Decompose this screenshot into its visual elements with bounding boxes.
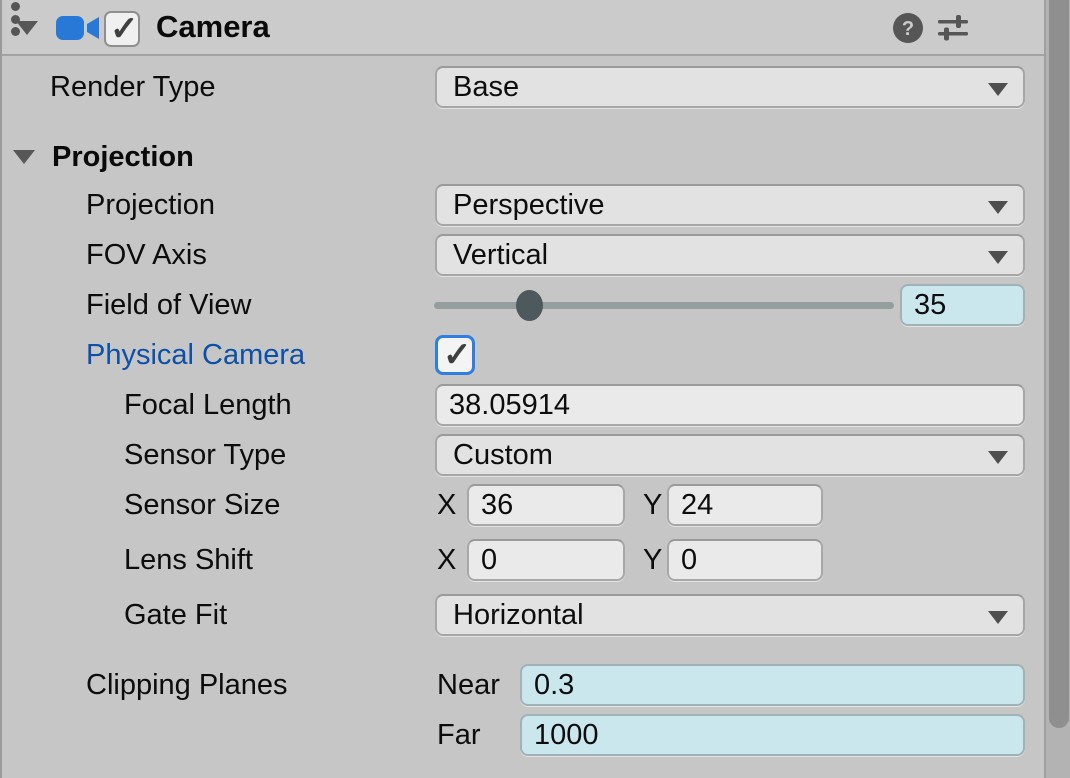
lens-shift-y-input[interactable]: 0 bbox=[667, 539, 823, 581]
lens-shift-y-value: 0 bbox=[681, 544, 697, 577]
vertical-scrollbar[interactable] bbox=[1044, 0, 1070, 778]
svg-text:?: ? bbox=[902, 18, 914, 40]
near-label: Near bbox=[437, 664, 500, 706]
component-enabled-checkbox[interactable] bbox=[104, 11, 140, 47]
fov-axis-dropdown[interactable]: Vertical bbox=[435, 234, 1025, 276]
fov-axis-label: FOV Axis bbox=[86, 234, 207, 276]
near-value: 0.3 bbox=[534, 669, 574, 702]
far-label: Far bbox=[437, 714, 481, 756]
sensor-type-value: Custom bbox=[453, 439, 553, 472]
projection-section-header[interactable]: Projection bbox=[0, 138, 1044, 176]
far-value: 1000 bbox=[534, 719, 599, 752]
focal-length-input[interactable]: 38.05914 bbox=[435, 384, 1025, 426]
projection-section-title: Projection bbox=[52, 138, 194, 176]
fov-axis-row: FOV Axis Vertical bbox=[0, 234, 1044, 276]
lens-shift-x-input[interactable]: 0 bbox=[467, 539, 625, 581]
chevron-down-icon bbox=[988, 201, 1008, 214]
sensor-size-y-input[interactable]: 24 bbox=[667, 484, 823, 526]
panel-left-border bbox=[0, 0, 2, 778]
scrollbar-thumb[interactable] bbox=[1049, 0, 1069, 728]
field-of-view-value: 35 bbox=[914, 289, 946, 322]
physical-camera-row: Physical Camera bbox=[0, 334, 1044, 376]
sensor-type-label: Sensor Type bbox=[124, 434, 286, 476]
render-type-value: Base bbox=[453, 71, 519, 104]
gate-fit-label: Gate Fit bbox=[124, 594, 227, 636]
projection-dropdown[interactable]: Perspective bbox=[435, 184, 1025, 226]
component-title: Camera bbox=[156, 9, 270, 45]
gate-fit-dropdown[interactable]: Horizontal bbox=[435, 594, 1025, 636]
focal-length-value: 38.05914 bbox=[449, 389, 570, 422]
field-of-view-slider[interactable] bbox=[434, 284, 894, 326]
projection-value: Perspective bbox=[453, 189, 605, 222]
chevron-down-icon bbox=[988, 83, 1008, 96]
foldout-arrow-icon[interactable] bbox=[16, 21, 38, 35]
lens-shift-x-label: X bbox=[437, 539, 456, 581]
sensor-type-row: Sensor Type Custom bbox=[0, 434, 1044, 476]
camera-icon bbox=[56, 14, 102, 42]
sensor-size-y-value: 24 bbox=[681, 489, 713, 522]
camera-component-header[interactable]: Camera ? bbox=[0, 0, 1044, 56]
sensor-size-row: Sensor Size X 36 Y 24 bbox=[0, 484, 1044, 526]
clipping-planes-near-row: Clipping Planes Near 0.3 bbox=[0, 664, 1044, 706]
chevron-down-icon bbox=[988, 611, 1008, 624]
near-input[interactable]: 0.3 bbox=[520, 664, 1025, 706]
render-type-label: Render Type bbox=[50, 66, 216, 108]
far-input[interactable]: 1000 bbox=[520, 714, 1025, 756]
sensor-size-label: Sensor Size bbox=[124, 484, 280, 526]
sensor-size-x-label: X bbox=[437, 484, 456, 526]
lens-shift-x-value: 0 bbox=[481, 544, 497, 577]
slider-track[interactable] bbox=[434, 302, 894, 309]
lens-shift-y-label: Y bbox=[643, 539, 662, 581]
lens-shift-row: Lens Shift X 0 Y 0 bbox=[0, 539, 1044, 581]
focal-length-row: Focal Length 38.05914 bbox=[0, 384, 1044, 426]
presets-icon[interactable] bbox=[936, 12, 970, 44]
chevron-down-icon bbox=[988, 251, 1008, 264]
field-of-view-input[interactable]: 35 bbox=[900, 284, 1025, 326]
fov-axis-value: Vertical bbox=[453, 239, 548, 272]
slider-thumb[interactable] bbox=[516, 290, 543, 321]
render-type-dropdown[interactable]: Base bbox=[435, 66, 1025, 108]
clipping-planes-label: Clipping Planes bbox=[86, 664, 288, 706]
field-of-view-label: Field of View bbox=[86, 284, 252, 326]
render-type-row: Render Type Base bbox=[0, 66, 1044, 108]
gate-fit-value: Horizontal bbox=[453, 599, 584, 632]
field-of-view-row: Field of View 35 bbox=[0, 284, 1044, 326]
projection-label: Projection bbox=[86, 184, 215, 226]
foldout-arrow-icon[interactable] bbox=[13, 150, 35, 164]
sensor-type-dropdown[interactable]: Custom bbox=[435, 434, 1025, 476]
sensor-size-y-label: Y bbox=[643, 484, 662, 526]
sensor-size-x-value: 36 bbox=[481, 489, 513, 522]
chevron-down-icon bbox=[988, 451, 1008, 464]
clipping-planes-far-row: Far 1000 bbox=[0, 714, 1044, 756]
gate-fit-row: Gate Fit Horizontal bbox=[0, 594, 1044, 636]
physical-camera-checkbox[interactable] bbox=[435, 335, 475, 375]
help-icon[interactable]: ? bbox=[892, 12, 924, 44]
projection-row: Projection Perspective bbox=[0, 184, 1044, 226]
sensor-size-x-input[interactable]: 36 bbox=[467, 484, 625, 526]
lens-shift-label: Lens Shift bbox=[124, 539, 253, 581]
physical-camera-label: Physical Camera bbox=[86, 334, 305, 376]
focal-length-label: Focal Length bbox=[124, 384, 292, 426]
